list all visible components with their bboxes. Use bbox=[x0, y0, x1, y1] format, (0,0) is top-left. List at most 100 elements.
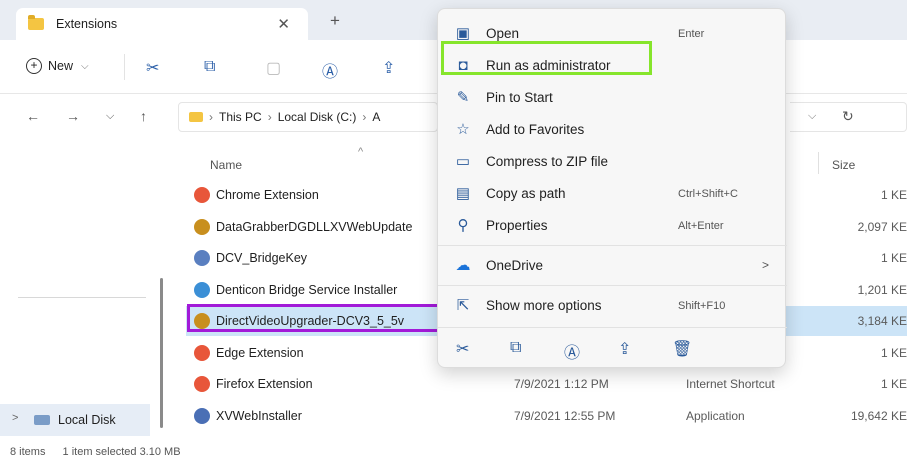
close-tab-icon[interactable]: ✕ bbox=[277, 15, 290, 33]
file-size: 1 KE bbox=[880, 251, 907, 265]
sidebar-divider bbox=[18, 297, 146, 298]
file-name: Chrome Extension bbox=[216, 188, 319, 202]
menu-item-label: Show more options bbox=[486, 298, 602, 313]
copy-icon[interactable]: ⧉ bbox=[510, 339, 521, 357]
delete-icon[interactable]: 🗑 bbox=[672, 339, 692, 359]
recent-locations-button[interactable]: ⌵ bbox=[106, 110, 114, 123]
menu-item-label: Open bbox=[486, 26, 520, 41]
breadcrumb-this-pc[interactable]: This PC bbox=[219, 110, 262, 124]
item-count: 8 items bbox=[10, 446, 46, 458]
column-header-size[interactable]: Size bbox=[832, 158, 855, 172]
sidebar-item-label: Local Disk bbox=[58, 413, 116, 427]
compress-to-zip-file-icon: ▭ bbox=[455, 153, 471, 170]
selection-info: 1 item selected 3.10 MB bbox=[62, 446, 181, 458]
menu-item-run-as-administrator[interactable]: ◘ Run as administrator bbox=[444, 51, 780, 81]
file-row[interactable]: Firefox Extension 7/9/2021 1:12 PM Interne… bbox=[186, 369, 907, 399]
file-icon bbox=[194, 218, 210, 235]
breadcrumb-folder[interactable]: A bbox=[372, 110, 380, 124]
pin-to-start-icon: ✎ bbox=[456, 89, 470, 106]
context-menu: ▣ Open Enter ◘ Run as administrator ✎ Pin to S… bbox=[437, 8, 787, 368]
file-row[interactable]: XVWebInstaller 7/9/2021 12:55 PM Applicati… bbox=[186, 401, 907, 431]
address-bar[interactable]: › This PC › Local Disk (C:) › A bbox=[178, 102, 438, 132]
file-size: 1 KE bbox=[880, 188, 907, 202]
new-button[interactable]: + New ⌵ bbox=[26, 58, 89, 74]
file-icon bbox=[194, 313, 210, 329]
menu-item-shortcut: Enter bbox=[678, 28, 705, 40]
toolbar-divider bbox=[124, 54, 125, 80]
navigation-pane: > Local Disk bbox=[0, 140, 170, 440]
menu-item-pin-to-start[interactable]: ✎ Pin to Start bbox=[444, 83, 780, 113]
folder-icon bbox=[28, 15, 44, 30]
new-tab-button[interactable]: + bbox=[330, 12, 340, 29]
file-icon bbox=[194, 250, 210, 266]
file-icon bbox=[194, 344, 210, 361]
sort-arrow-icon: ^ bbox=[358, 146, 364, 158]
file-size: 1,201 KE bbox=[857, 282, 907, 297]
onedrive-icon: ☁ bbox=[455, 257, 471, 274]
rename-icon[interactable]: Ⓐ bbox=[564, 339, 580, 363]
file-icon bbox=[194, 407, 210, 424]
menu-item-label: Pin to Start bbox=[486, 90, 553, 105]
rename-icon[interactable]: Ⓐ bbox=[322, 58, 338, 82]
menu-item-label: Copy as path bbox=[486, 186, 566, 201]
run-as-administrator-icon: ◘ bbox=[458, 57, 468, 74]
address-dropdown-icon[interactable]: ⌵ bbox=[808, 110, 816, 123]
share-icon[interactable]: ⇪ bbox=[618, 339, 631, 359]
file-size: 3,184 KE bbox=[857, 314, 907, 328]
address-bar-end: ⌵ ↻ bbox=[790, 102, 907, 132]
menu-item-label: Add to Favorites bbox=[486, 122, 585, 137]
menu-separator bbox=[438, 285, 787, 286]
file-name: DirectVideoUpgrader-DCV3_5_5v bbox=[216, 314, 405, 328]
menu-item-open[interactable]: ▣ Open Enter bbox=[444, 19, 780, 49]
column-header-name[interactable]: Name bbox=[210, 158, 242, 172]
folder-icon bbox=[189, 112, 203, 122]
breadcrumb-separator: › bbox=[362, 110, 367, 124]
refresh-icon[interactable]: ↻ bbox=[842, 108, 854, 125]
file-size: 2,097 KE bbox=[857, 219, 907, 234]
file-date: 7/9/2021 1:12 PM bbox=[514, 377, 609, 391]
sidebar-item-local-disk[interactable]: > Local Disk bbox=[0, 404, 150, 436]
copy-icon[interactable]: ⧉ bbox=[204, 58, 215, 76]
cut-icon[interactable]: ✂ bbox=[146, 58, 159, 78]
menu-item-properties[interactable]: ⚲ Properties Alt+Enter bbox=[444, 211, 780, 241]
paste-icon[interactable]: ▢ bbox=[266, 58, 281, 78]
add-to-favorites-icon: ☆ bbox=[456, 121, 470, 138]
menu-separator bbox=[438, 245, 787, 246]
plus-icon: + bbox=[26, 58, 42, 74]
forward-button[interactable]: → bbox=[66, 108, 80, 124]
sidebar-scrollbar[interactable] bbox=[160, 278, 163, 428]
column-divider bbox=[818, 152, 819, 174]
properties-icon: ⚲ bbox=[457, 217, 469, 234]
menu-item-label: OneDrive bbox=[486, 258, 544, 273]
file-name: Denticon Bridge Service Installer bbox=[216, 282, 398, 297]
menu-item-onedrive[interactable]: ☁ OneDrive > bbox=[444, 251, 780, 281]
file-name: DataGrabberDGDLLXVWebUpdate bbox=[216, 219, 413, 234]
drive-icon bbox=[34, 415, 50, 425]
file-icon bbox=[194, 187, 210, 203]
file-size: 1 KE bbox=[880, 345, 907, 360]
cut-icon[interactable]: ✂ bbox=[456, 339, 469, 359]
share-icon[interactable]: ⇪ bbox=[382, 58, 395, 78]
copy-as-path-icon: ▤ bbox=[455, 185, 471, 202]
file-name: XVWebInstaller bbox=[216, 408, 302, 423]
new-label: New bbox=[48, 59, 74, 73]
tab-title: Extensions bbox=[56, 17, 118, 31]
chevron-right-icon[interactable]: > bbox=[12, 412, 18, 424]
breadcrumb-separator: › bbox=[267, 110, 272, 124]
breadcrumb-local-disk[interactable]: Local Disk (C:) bbox=[278, 110, 357, 124]
menu-item-compress-to-zip-file[interactable]: ▭ Compress to ZIP file bbox=[444, 147, 780, 177]
file-name: Firefox Extension bbox=[216, 377, 313, 391]
menu-item-add-to-favorites[interactable]: ☆ Add to Favorites bbox=[444, 115, 780, 145]
file-name: Edge Extension bbox=[216, 345, 304, 360]
menu-separator bbox=[438, 327, 787, 328]
file-icon bbox=[194, 281, 210, 298]
back-button[interactable]: ← bbox=[26, 108, 40, 124]
file-size: 1 KE bbox=[880, 377, 907, 391]
open-icon: ▣ bbox=[455, 25, 471, 42]
menu-item-copy-as-path[interactable]: ▤ Copy as path Ctrl+Shift+C bbox=[444, 179, 780, 209]
menu-item-show-more-options[interactable]: ⇱ Show more options Shift+F10 bbox=[444, 291, 780, 321]
file-icon bbox=[194, 376, 210, 392]
file-name: DCV_BridgeKey bbox=[216, 251, 308, 265]
tab-extensions[interactable]: Extensions ✕ bbox=[16, 8, 308, 40]
up-button[interactable]: ↑ bbox=[140, 108, 147, 124]
